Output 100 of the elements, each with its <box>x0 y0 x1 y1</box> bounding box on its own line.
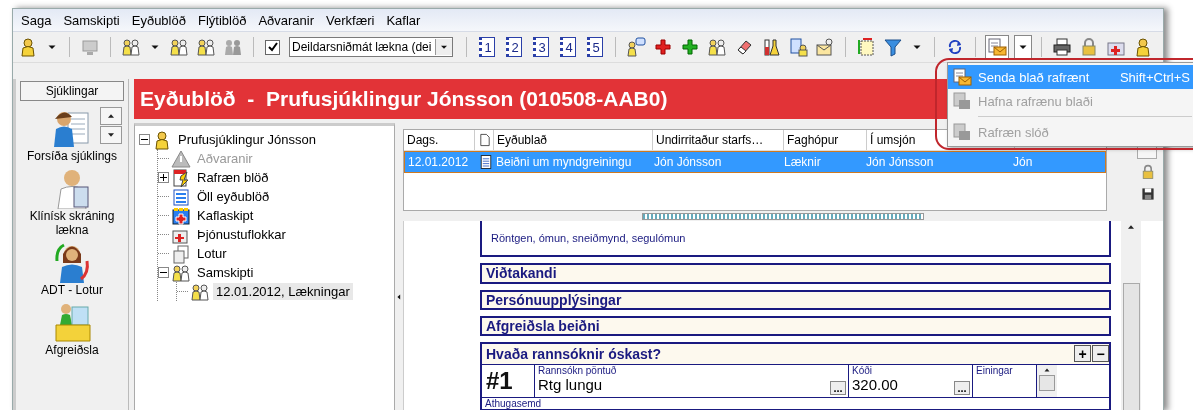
flask-icon <box>761 37 781 57</box>
people-icon <box>707 37 727 57</box>
save-button[interactable] <box>1139 185 1157 203</box>
lock-icon <box>1079 37 1099 57</box>
page-button[interactable]: 2 <box>506 37 522 57</box>
tree-node-icon <box>152 129 172 150</box>
menu-item[interactable]: Saga <box>15 12 58 28</box>
tree-item[interactable]: Samskipti <box>194 264 257 281</box>
save-icon <box>1140 186 1156 202</box>
tree-node-icon <box>171 205 191 226</box>
scrollbar-thumb[interactable] <box>1122 283 1140 410</box>
column-header[interactable]: Undirritaður starfs… <box>653 130 784 150</box>
printer-button[interactable] <box>1051 36 1073 58</box>
browse-button[interactable]: ... <box>830 381 846 395</box>
tree-item[interactable]: Lotur <box>194 245 230 262</box>
printer-icon <box>1052 37 1072 57</box>
browse-button[interactable]: ... <box>954 381 970 395</box>
person-icon <box>1133 37 1153 57</box>
sidebar-item[interactable]: Klínísk skráning lækna <box>18 165 126 239</box>
sidebar-item[interactable]: ADT - Lotur <box>18 239 126 299</box>
people-button[interactable] <box>625 36 647 58</box>
item-number: #1 <box>482 365 535 397</box>
column-header[interactable]: Dags. <box>404 130 475 150</box>
dropdown-button[interactable] <box>1014 35 1032 59</box>
table-cell-text: Jón Jónsson <box>865 154 935 171</box>
view-dropdown[interactable]: Deildarsniðmát lækna (dei <box>289 37 453 57</box>
filter-icon <box>883 37 903 57</box>
page-button[interactable]: 5 <box>587 37 603 57</box>
people-icon <box>223 37 243 57</box>
envelope-icon <box>815 37 835 57</box>
menu-item[interactable]: Kaflar <box>380 12 427 28</box>
document-icon <box>478 154 494 170</box>
section-header[interactable]: Afgreiðsla beiðni <box>480 315 1111 336</box>
add-button[interactable]: + <box>1074 345 1091 363</box>
sidebar-item[interactable]: Afgreiðsla <box>18 299 126 359</box>
people-icon <box>169 37 189 57</box>
scroll-down-button[interactable] <box>100 126 122 144</box>
send-mail-button[interactable] <box>985 35 1009 59</box>
menu-item[interactable]: Flýtiblöð <box>191 12 253 28</box>
monitor-icon <box>80 37 100 57</box>
remove-button[interactable]: − <box>1092 345 1109 363</box>
field-label: Rannsókn pöntuð <box>538 365 618 376</box>
column-header[interactable]: Eyðublað <box>494 130 653 150</box>
mail-icon <box>952 122 972 142</box>
tree-item[interactable]: Þjónustuflokkar <box>194 226 289 243</box>
tree-item[interactable]: Öll eyðublöð <box>194 188 273 205</box>
plus-icon <box>653 37 673 57</box>
page-button[interactable]: 3 <box>533 37 549 57</box>
grid-icon <box>856 37 876 57</box>
section-header[interactable]: Hvaða rannsóknir óskast? <box>486 346 1073 362</box>
section-header[interactable]: Persónuupplýsingar <box>480 289 1111 310</box>
splitter-handle[interactable] <box>642 212 924 220</box>
envelope-button[interactable] <box>814 36 836 58</box>
person-icon <box>18 37 38 57</box>
grid-button[interactable] <box>855 36 877 58</box>
intro-text: Röntgen, ómun, sneiðmynd, segulómun <box>480 221 1111 258</box>
table-cell-text: Jón <box>1012 154 1034 171</box>
table-cell-text: 12.01.2012 <box>407 154 470 171</box>
page-button[interactable]: 4 <box>560 37 576 57</box>
tree-node-icon <box>171 186 191 207</box>
menu-item[interactable]: Aðvaranir <box>252 12 320 28</box>
tree-node-icon <box>171 148 191 169</box>
table-cell-text: Beiðni um myndgreiningu <box>495 154 633 171</box>
mail-icon <box>952 91 972 111</box>
document-button[interactable] <box>787 36 809 58</box>
scrollbar-thumb[interactable] <box>1039 375 1055 391</box>
menu-item[interactable]: Eyðublöð <box>125 12 192 28</box>
people-button[interactable] <box>195 36 217 58</box>
patients-button[interactable]: Sjúklingar <box>20 81 124 101</box>
column-header[interactable]: Faghópur <box>784 130 867 150</box>
people-button[interactable] <box>120 36 142 58</box>
scroll-up-button[interactable] <box>100 107 122 125</box>
field-label: Einingar <box>976 365 1014 376</box>
plus-button[interactable] <box>679 36 701 58</box>
people-button[interactable] <box>706 36 728 58</box>
expander-button[interactable] <box>158 267 169 278</box>
tree-node-icon <box>190 281 210 302</box>
page-button[interactable]: 1 <box>479 37 495 57</box>
menu-item[interactable]: Samskipti <box>57 12 126 28</box>
filter-checkbox[interactable] <box>265 39 280 55</box>
lock-icon <box>1140 164 1156 180</box>
mail-icon <box>952 67 972 87</box>
section-header[interactable]: Viðtakandi <box>480 263 1111 284</box>
menu-item[interactable]: Verkfæri <box>320 12 381 28</box>
people-icon <box>121 37 141 57</box>
plus-icon <box>680 37 700 57</box>
expander-button[interactable] <box>158 172 169 183</box>
tree-item[interactable]: Prufusjúklingur Jónsson <box>175 131 320 148</box>
plus-button[interactable] <box>652 36 674 58</box>
tree-item[interactable]: Rafræn blöð <box>194 169 272 186</box>
input-field[interactable]: 320.00 <box>852 376 898 393</box>
tree-item[interactable]: Kaflaskipt <box>194 207 257 224</box>
people-icon <box>626 37 646 57</box>
people-button[interactable] <box>168 36 190 58</box>
input-field[interactable]: Rtg lungu <box>538 376 603 393</box>
filter-button[interactable] <box>882 36 904 58</box>
tree-item[interactable]: 12.01.2012, Lækningar <box>213 283 353 300</box>
field-label: Kóði <box>852 365 873 376</box>
expander-button[interactable] <box>139 134 150 145</box>
document-icon <box>478 133 492 147</box>
